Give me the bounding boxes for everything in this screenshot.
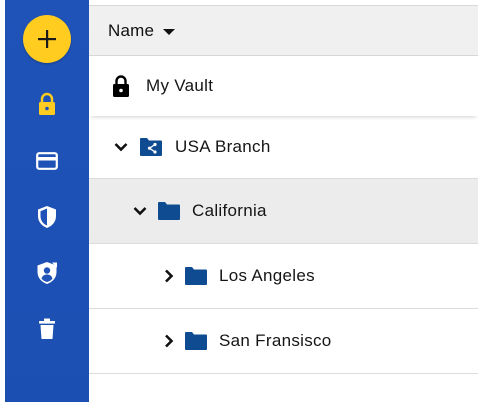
sort-by-name-button[interactable]: Name: [108, 20, 176, 41]
plus-icon: [38, 30, 56, 48]
app-window: Name My Vault USA Branch California Los …: [0, 0, 478, 402]
sidebar-item-cards[interactable]: [33, 147, 61, 175]
caret-down-icon: [163, 28, 176, 35]
tree-item-label: Los Angeles: [219, 266, 315, 285]
tree-item-my-vault[interactable]: My Vault: [89, 56, 478, 116]
sidebar: [5, 0, 89, 402]
shield-icon: [38, 206, 56, 228]
sidebar-item-security[interactable]: [33, 203, 61, 231]
list-header: Name: [89, 5, 478, 56]
shield-person-icon: [37, 262, 57, 284]
trash-icon: [39, 318, 55, 339]
tree-item-san-fransisco[interactable]: San Fransisco: [89, 309, 478, 374]
shared-folder-icon: [139, 137, 163, 157]
sort-label: Name: [108, 20, 155, 40]
lock-icon: [112, 74, 130, 98]
sidebar-item-identity[interactable]: [33, 259, 61, 287]
tree-item-label: USA Branch: [175, 137, 271, 156]
folder-icon: [184, 266, 208, 286]
tree-item-california[interactable]: California: [89, 179, 478, 244]
tree-item-label: California: [192, 201, 267, 220]
card-icon: [36, 152, 58, 170]
tree-item-los-angeles[interactable]: Los Angeles: [89, 244, 478, 309]
lock-icon: [39, 92, 55, 115]
folder-icon: [184, 331, 208, 351]
add-button[interactable]: [23, 15, 71, 63]
chevron-down-icon[interactable]: [112, 138, 130, 156]
folder-icon: [157, 201, 181, 221]
chevron-right-icon[interactable]: [160, 332, 178, 350]
tree-item-usa-branch[interactable]: USA Branch: [89, 116, 478, 179]
tree-item-label: San Fransisco: [219, 331, 332, 350]
main-panel: Name My Vault USA Branch California Los …: [89, 0, 478, 402]
tree-item-label: My Vault: [146, 76, 214, 95]
chevron-down-icon[interactable]: [131, 202, 149, 220]
sidebar-item-vault[interactable]: [33, 90, 61, 118]
sidebar-item-trash[interactable]: [33, 315, 61, 343]
chevron-right-icon[interactable]: [160, 267, 178, 285]
